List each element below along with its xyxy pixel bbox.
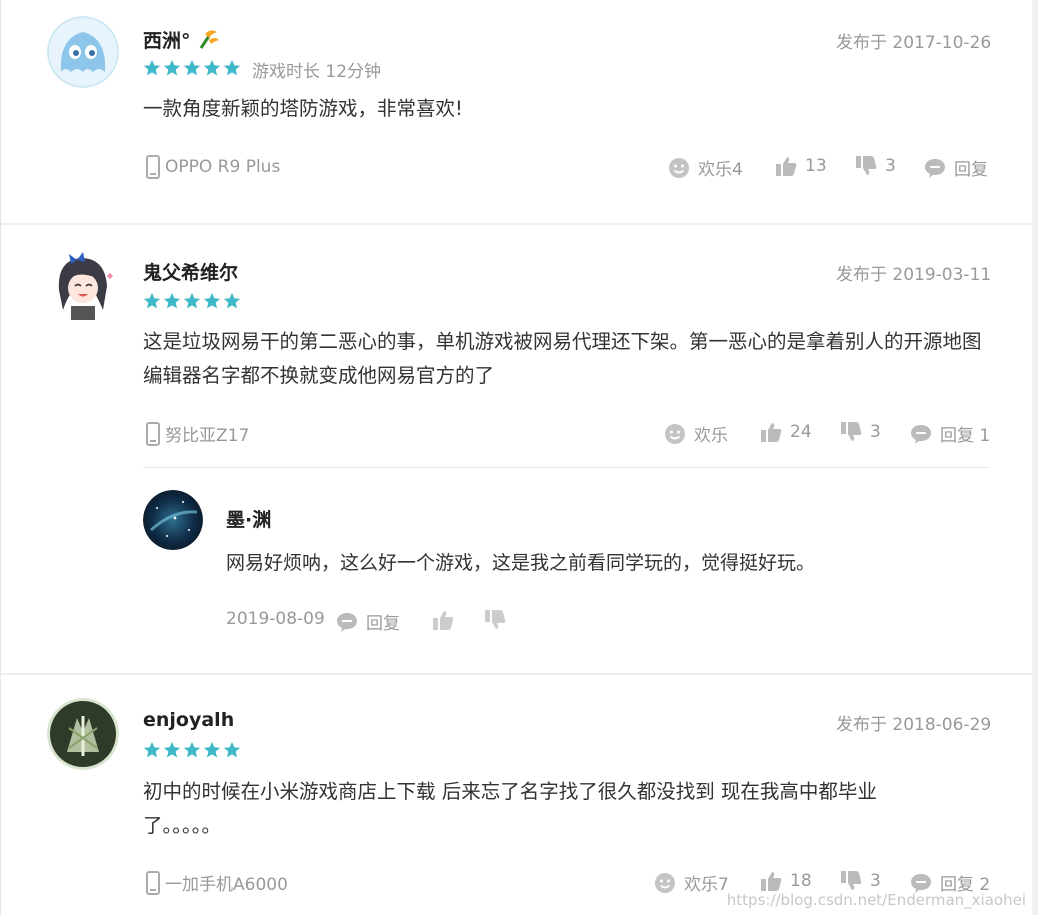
thumbs-up-icon [433, 611, 454, 630]
reply-text: 网易好烦呐，这么好一个游戏，这是我之前看同学玩的，觉得挺好玩。 [226, 552, 816, 574]
fun-button[interactable]: 欢乐4 [668, 155, 743, 180]
star-icon [143, 292, 161, 309]
like-count: 18 [790, 871, 812, 891]
playtime: 游戏时长 12分钟 [252, 62, 382, 82]
username[interactable]: enjoyalh [143, 709, 234, 731]
fun-button[interactable]: 欢乐 [664, 421, 728, 446]
like-count: 13 [805, 156, 827, 176]
fun-label: 欢乐4 [698, 160, 743, 180]
reply-label: 回复 [954, 160, 988, 180]
avatar[interactable] [47, 16, 119, 88]
reply-button[interactable]: 回复 1 [910, 421, 990, 446]
thumbs-up-icon [761, 423, 782, 442]
reply-label: 回复 [366, 614, 400, 634]
device-name: OPPO R9 Plus [165, 157, 281, 177]
phone-icon [146, 155, 160, 179]
dislike-count: 3 [885, 156, 896, 176]
thumbs-up-icon [761, 872, 782, 891]
rating-stars [143, 292, 241, 310]
dislike-button[interactable]: 3 [840, 421, 881, 443]
star-icon [163, 292, 181, 309]
thumbs-down-icon [841, 422, 862, 441]
like-button[interactable]: 18 [760, 870, 812, 892]
reply-username[interactable]: 墨·渊 [226, 505, 271, 532]
comment-date: 发布于 2017-10-26 [836, 33, 992, 53]
badge-icon [199, 30, 220, 49]
device-info: OPPO R9 Plus [145, 155, 280, 179]
star-icon [183, 59, 201, 76]
device-name: 一加手机A6000 [165, 875, 288, 895]
fun-label: 欢乐 [694, 426, 728, 446]
username[interactable]: 西洲° [143, 26, 221, 53]
dislike-count: 3 [870, 422, 881, 442]
like-button[interactable]: 13 [775, 155, 827, 177]
star-icon [143, 59, 161, 76]
like-count: 24 [790, 422, 812, 442]
reply-reply-button[interactable]: 回复 [336, 609, 400, 634]
star-icon [203, 292, 221, 309]
star-icon [183, 741, 201, 758]
smile-icon [669, 157, 689, 178]
smile-icon [655, 872, 675, 893]
thumbs-up-icon [776, 157, 797, 176]
device-info: 一加手机A6000 [145, 870, 288, 895]
like-button[interactable]: 24 [760, 421, 812, 443]
thumbs-down-icon [841, 871, 862, 890]
comment-icon [925, 158, 945, 178]
star-icon [183, 292, 201, 309]
rating-stars [143, 741, 241, 759]
fun-label: 欢乐7 [684, 875, 729, 895]
comment-text: 初中的时候在小米游戏商店上下载 后来忘了名字找了很久都没找到 现在我高中都毕业了… [143, 780, 877, 837]
reply-date: 2019-08-09 [226, 609, 325, 629]
dislike-button[interactable]: 3 [840, 870, 881, 892]
star-icon [163, 59, 181, 76]
avatar[interactable] [47, 698, 119, 770]
star-icon [223, 59, 241, 76]
watermark: https://blog.csdn.net/Enderman_xiaohei [726, 891, 1026, 909]
reply-divider [143, 467, 988, 468]
smile-icon [665, 423, 685, 444]
star-icon [163, 741, 181, 758]
rating-stars [143, 59, 241, 77]
device-info: 努比亚Z17 [145, 421, 249, 446]
star-icon [203, 59, 221, 76]
comment-text: 这是垃圾网易干的第二恶心的事，单机游戏被网易代理还下架。第一恶心的是拿着别人的开… [143, 330, 982, 387]
thumbs-down-icon [856, 156, 877, 175]
star-icon [223, 741, 241, 758]
username[interactable]: 鬼父希维尔 [143, 258, 238, 285]
reply-dislike-button[interactable] [484, 609, 506, 631]
dislike-button[interactable]: 3 [855, 155, 896, 177]
device-name: 努比亚Z17 [165, 426, 250, 446]
comment-date: 发布于 2019-03-11 [836, 265, 992, 285]
star-icon [223, 292, 241, 309]
reply-avatar[interactable] [143, 490, 203, 550]
dislike-count: 3 [870, 871, 881, 891]
divider [1, 673, 1032, 675]
comment-icon [911, 424, 931, 444]
comment-icon [337, 612, 357, 632]
scrollbar[interactable] [1032, 0, 1038, 915]
phone-icon [146, 421, 160, 446]
phone-icon [146, 870, 160, 895]
star-icon [143, 741, 161, 758]
reply-button[interactable]: 回复 [924, 155, 988, 180]
reply-like-button[interactable] [432, 609, 454, 631]
fun-button[interactable]: 欢乐7 [654, 870, 729, 895]
comment-text: 一款角度新颖的塔防游戏，非常喜欢! [143, 97, 463, 120]
avatar[interactable] [47, 250, 119, 322]
reply-label: 回复 1 [940, 426, 991, 446]
thumbs-down-icon [485, 610, 506, 629]
divider [1, 223, 1032, 225]
star-icon [203, 741, 221, 758]
comment-date: 发布于 2018-06-29 [836, 715, 992, 735]
